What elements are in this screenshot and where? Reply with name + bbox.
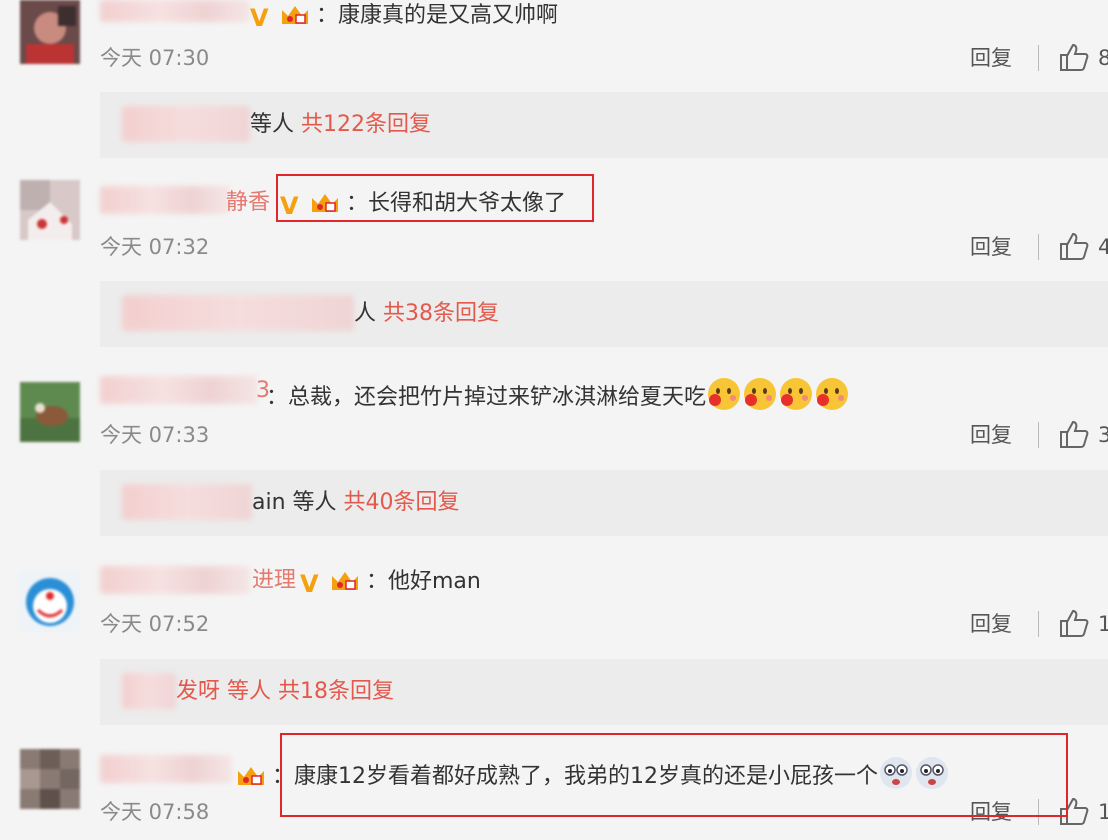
username-blurred[interactable] [100,376,258,404]
like-count: 1 [1098,612,1108,636]
sub-reply-names-blurred [122,106,250,142]
comment-text: ：他好man [366,569,481,594]
highlight-box [280,733,1068,817]
thumbs-up-icon[interactable] [1058,231,1090,261]
reply-button[interactable]: 回复 [970,45,1012,71]
comment-time: 今天 07:30 [100,46,210,70]
avatar[interactable] [20,572,80,632]
comment-text: ：总裁，还会把竹片掉过来铲冰淇淋给夏天吃 [266,385,707,410]
like-count: 1 [1098,800,1108,824]
username-blurred[interactable] [100,186,230,214]
avatar[interactable] [20,382,80,442]
like-count: 4 [1098,235,1108,259]
sub-reply-tail: 发呀 等人 [176,679,271,704]
sub-replies-box[interactable]: ain 等人 共40条回复 [100,470,1108,536]
username-blurred[interactable] [100,566,250,594]
sub-reply-tail: 人 [354,301,377,326]
username-tail[interactable]: 静香 [226,188,270,218]
sub-reply-count-link[interactable]: 共38条回复 [383,301,499,326]
comment-time: 今天 07:52 [100,612,210,636]
reply-button[interactable]: 回复 [970,611,1012,637]
thumbs-up-icon[interactable] [1058,419,1090,449]
comment-item: 进理 V ：他好man 今天 07:52 回复 1 发呀 等人 共18条回复 [0,560,1108,750]
comment-item: ：康康12岁看着都好成熟了，我弟的12岁真的还是小屁孩一个 今天 07:58 回… [0,733,1108,840]
comment-time: 今天 07:32 [100,235,210,259]
comment-line: V ：康康真的是又高又帅啊 [250,0,558,31]
vip-crown-icon [282,6,308,24]
comment-line: V ：他好man [300,566,481,597]
thumbs-up-icon[interactable] [1058,608,1090,638]
blush-emoji-icon [780,378,813,410]
reply-button[interactable]: 回复 [970,234,1012,260]
sub-replies-box[interactable]: 发呀 等人 共18条回复 [100,659,1108,725]
comment-item: 静香 V ：长得和胡大爷太像了 今天 07:32 回复 4 人 共38条回复 [0,174,1108,370]
avatar[interactable] [20,180,80,240]
comment-time: 今天 07:33 [100,423,210,447]
username-blurred[interactable] [100,0,250,22]
sub-reply-names-blurred [122,673,176,709]
username-blurred[interactable] [100,755,232,783]
sub-reply-count-link[interactable]: 共18条回复 [278,679,394,704]
verified-v-icon: V [300,570,319,598]
vip-crown-icon [238,767,264,785]
sub-replies-box[interactable]: 等人 共122条回复 [100,92,1108,158]
vip-crown-icon [332,572,358,590]
divider [1038,422,1039,448]
thumbs-up-icon[interactable] [1058,42,1090,72]
sub-reply-summary: ain 等人 共40条回复 [252,488,460,518]
comment-item: V ：康康真的是又高又帅啊 今天 07:30 回复 8 等人 共122条回复 [0,0,1108,190]
sub-reply-summary: 人 共38条回复 [354,299,499,329]
like-count: 3 [1098,423,1108,447]
reply-button[interactable]: 回复 [970,422,1012,448]
sub-reply-names-blurred [122,484,252,520]
comment-line: ：总裁，还会把竹片掉过来铲冰淇淋给夏天吃 [266,376,850,413]
sub-reply-tail: ain 等人 [252,490,337,515]
avatar[interactable] [20,0,80,64]
username-tail[interactable]: 进理 [252,566,296,596]
verified-v-icon: V [250,4,269,32]
blush-emoji-icon [816,378,849,410]
sub-reply-names-blurred [122,295,354,331]
sub-reply-summary: 发呀 等人 共18条回复 [176,677,394,707]
blush-emoji-icon [708,378,741,410]
divider [1038,234,1039,260]
divider [1038,45,1039,71]
like-count: 8 [1098,46,1108,70]
blush-emoji-icon [744,378,777,410]
sub-reply-summary: 等人 共122条回复 [250,110,431,140]
sub-reply-tail: 等人 [250,112,295,137]
sub-reply-count-link[interactable]: 共122条回复 [301,112,431,137]
comment-text: ：康康真的是又高又帅啊 [316,3,559,28]
comment-item: 3 ：总裁，还会把竹片掉过来铲冰淇淋给夏天吃 今天 07:33 回复 3 ain… [0,370,1108,560]
sub-replies-box[interactable]: 人 共38条回复 [100,281,1108,347]
highlight-box [276,174,594,222]
avatar[interactable] [20,749,80,809]
divider [1038,611,1039,637]
sub-reply-count-link[interactable]: 共40条回复 [344,490,460,515]
comment-time: 今天 07:58 [100,800,210,824]
